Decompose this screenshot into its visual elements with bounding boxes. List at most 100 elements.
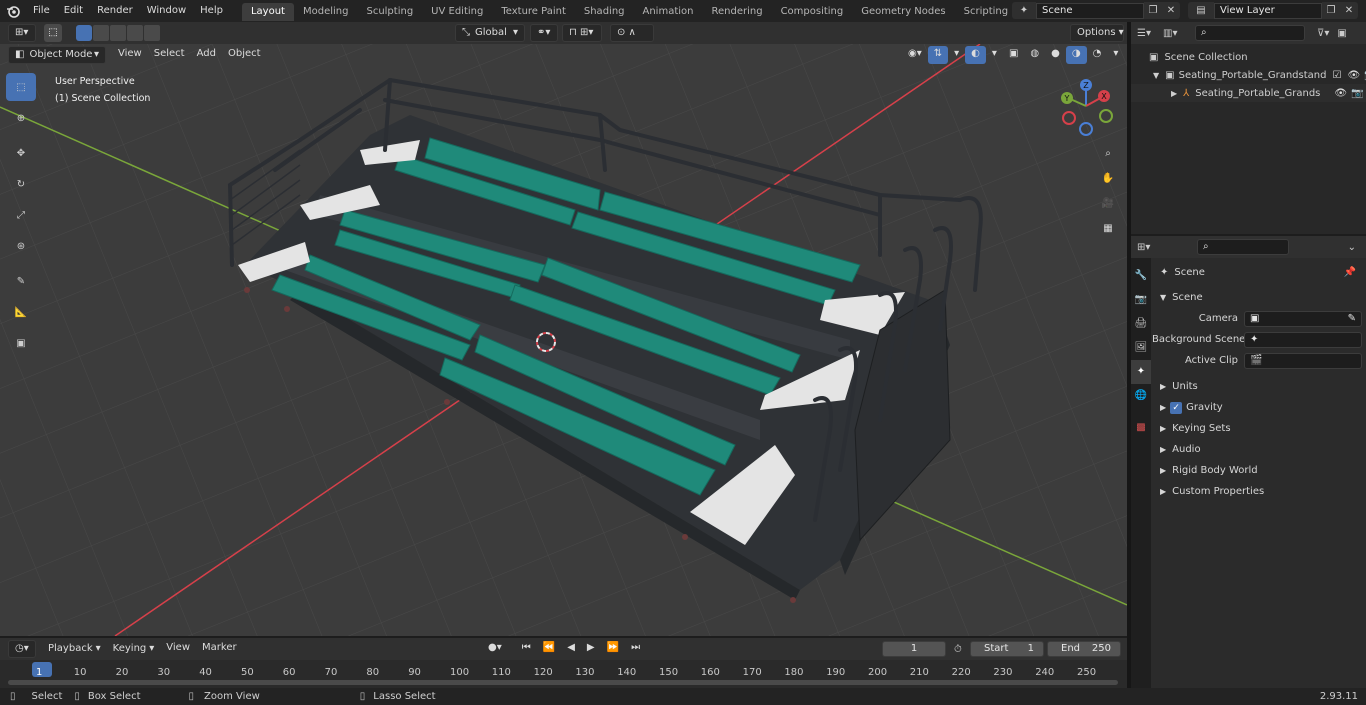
keying-sets-panel[interactable]: ▶ Keying Sets xyxy=(1152,418,1362,439)
timeline-editor-icon[interactable]: ◷▾ xyxy=(8,640,36,658)
select-intersect-icon[interactable] xyxy=(144,25,160,41)
record-icon[interactable]: ●▾ xyxy=(482,640,508,658)
view-layer-field[interactable]: View Layer xyxy=(1214,2,1322,19)
add-cube-tool-icon[interactable]: ▣ xyxy=(6,329,36,357)
scene-tab-icon[interactable]: ✦ xyxy=(1131,360,1151,384)
close-view-layer-icon[interactable]: ✕ xyxy=(1340,2,1358,19)
select-extend-icon[interactable] xyxy=(93,25,109,41)
scene-panel-header[interactable]: ▼ Scene xyxy=(1152,287,1362,308)
menu-help[interactable]: Help xyxy=(193,0,230,22)
gizmo-neg-z-icon[interactable] xyxy=(1079,122,1093,136)
tab-scripting[interactable]: Scripting xyxy=(955,3,1017,21)
timeline-scrollbar[interactable] xyxy=(8,680,1118,685)
pin-icon[interactable]: 📌 xyxy=(1344,267,1356,278)
tab-texture-paint[interactable]: Texture Paint xyxy=(492,3,575,21)
gizmo-neg-y-icon[interactable] xyxy=(1099,109,1113,123)
measure-tool-icon[interactable]: 📐 xyxy=(6,298,36,326)
rendered-shading-icon[interactable]: ◔ xyxy=(1087,46,1108,64)
tab-compositing[interactable]: Compositing xyxy=(772,3,853,21)
render-tab-icon[interactable]: 📷 xyxy=(1131,288,1151,312)
play-icon[interactable]: ▶ xyxy=(581,640,601,658)
start-frame-field[interactable]: Start 1 xyxy=(970,641,1044,657)
proportional-edit-toggle[interactable]: ⊙ ∧ xyxy=(610,24,654,42)
display-mode-icon[interactable]: ▥▾ xyxy=(1163,28,1189,39)
playback-menu[interactable]: Playback ▾ xyxy=(42,640,107,658)
output-tab-icon[interactable]: 🖨 xyxy=(1131,312,1151,336)
tab-animation[interactable]: Animation xyxy=(634,3,703,21)
gizmo-dropdown-icon[interactable]: ▾ xyxy=(948,46,965,64)
select-mode-group[interactable] xyxy=(76,25,160,41)
menu-select[interactable]: Select xyxy=(148,46,191,64)
menu-render[interactable]: Render xyxy=(90,0,140,22)
checkbox-icon[interactable]: ☑ xyxy=(1332,70,1341,81)
tab-sculpting[interactable]: Sculpting xyxy=(357,3,422,21)
next-keyframe-icon[interactable]: ⏩ xyxy=(601,640,625,658)
select-subtract-icon[interactable] xyxy=(110,25,126,41)
wireframe-shading-icon[interactable]: ◍ xyxy=(1024,46,1045,64)
overlays-toggle-icon[interactable]: ◐ xyxy=(965,46,986,64)
tab-modeling[interactable]: Modeling xyxy=(294,3,358,21)
current-frame-field[interactable]: 1 xyxy=(882,641,946,657)
navigation-gizmo[interactable]: Z X Y xyxy=(1056,76,1116,138)
keying-menu[interactable]: Keying ▾ xyxy=(107,640,161,658)
menu-add[interactable]: Add xyxy=(191,46,222,64)
marker-menu[interactable]: Marker xyxy=(196,640,243,658)
editor-type-button[interactable]: ⊞▾ xyxy=(8,24,36,42)
rotate-tool-icon[interactable]: ↻ xyxy=(6,170,36,198)
solid-shading-icon[interactable]: ● xyxy=(1045,46,1066,64)
eyedropper-icon[interactable]: ✎ xyxy=(1348,312,1356,326)
select-tool-icon[interactable]: ⬚ xyxy=(44,24,62,42)
annotate-tool-icon[interactable]: ✎ xyxy=(6,267,36,295)
zoom-icon[interactable]: ⌕ xyxy=(1098,144,1118,164)
view-layer-tab-icon[interactable]: 🖼 xyxy=(1131,336,1151,360)
camera-view-icon[interactable]: 🎥 xyxy=(1098,194,1118,214)
gizmo-toggle-icon[interactable]: ⇅ xyxy=(927,46,949,64)
stopwatch-icon[interactable]: ⏱ xyxy=(954,644,962,655)
jump-start-icon[interactable]: ⏮ xyxy=(516,640,537,658)
menu-object[interactable]: Object xyxy=(222,46,267,64)
xray-toggle-icon[interactable]: ▣ xyxy=(1003,46,1024,64)
scene-name-field[interactable]: Scene xyxy=(1036,2,1144,19)
outliner-editor-icon[interactable]: ☰▾ xyxy=(1137,28,1163,39)
grid-view-icon[interactable]: ▦ xyxy=(1098,219,1118,239)
pivot-point-dropdown[interactable]: ⚭▾ xyxy=(530,24,558,42)
gizmo-neg-x-icon[interactable] xyxy=(1062,111,1076,125)
world-tab-icon[interactable]: 🌐 xyxy=(1131,384,1151,408)
chevron-down-icon[interactable]: ⌄ xyxy=(1348,242,1356,253)
move-tool-icon[interactable]: ✥ xyxy=(6,139,36,167)
transform-tool-icon[interactable]: ⊛ xyxy=(6,232,36,260)
tab-uv-editing[interactable]: UV Editing xyxy=(422,3,492,21)
camera-field[interactable]: ▣ ✎ xyxy=(1244,310,1362,327)
rigid-body-world-panel[interactable]: ▶ Rigid Body World xyxy=(1152,460,1362,481)
view-layer-selector[interactable]: ▤ View Layer ❐ ✕ xyxy=(1188,2,1358,19)
play-reverse-icon[interactable]: ◀ xyxy=(561,640,581,658)
expand-arrow-icon[interactable]: ▼ xyxy=(1153,71,1159,80)
close-scene-icon[interactable]: ✕ xyxy=(1162,2,1180,19)
outliner-search-input[interactable]: ⌕ xyxy=(1195,25,1305,41)
material-shading-icon[interactable]: ◑ xyxy=(1065,46,1087,64)
3d-viewport[interactable] xyxy=(0,44,1127,636)
filter-icon[interactable]: ⊽▾ xyxy=(1317,28,1329,39)
select-new-icon[interactable] xyxy=(76,25,92,41)
prev-keyframe-icon[interactable]: ⏪ xyxy=(537,640,561,658)
new-collection-icon[interactable]: ▣ xyxy=(1337,28,1346,39)
custom-properties-panel[interactable]: ▶ Custom Properties xyxy=(1152,481,1362,502)
end-frame-field[interactable]: End 250 xyxy=(1047,641,1121,657)
cursor-tool-icon[interactable]: ⊕ xyxy=(6,104,36,132)
transform-orientation-dropdown[interactable]: ⤡ Global ▾ xyxy=(455,24,525,42)
menu-view[interactable]: View xyxy=(112,46,148,64)
copy-view-layer-icon[interactable]: ❐ xyxy=(1322,2,1340,19)
mode-dropdown[interactable]: ◧ Object Mode ▾ xyxy=(8,46,106,64)
outliner-row-grandstand[interactable]: ▼ ▣ Seating_Portable_Grandstand ☑ 👁 📷 xyxy=(1131,66,1366,84)
background-scene-field[interactable]: ✦ xyxy=(1244,331,1362,348)
shading-dropdown-icon[interactable]: ▾ xyxy=(1107,46,1124,64)
properties-editor-icon[interactable]: ⊞▾ xyxy=(1137,242,1167,253)
units-panel[interactable]: ▶ Units xyxy=(1152,376,1362,397)
gravity-panel[interactable]: ▶ ✓ Gravity xyxy=(1152,397,1362,418)
camera-icon[interactable]: 📷 xyxy=(1351,88,1363,99)
tab-rendering[interactable]: Rendering xyxy=(702,3,771,21)
select-difference-icon[interactable] xyxy=(127,25,143,41)
eye-icon[interactable]: 👁 xyxy=(1347,70,1360,81)
texture-tab-icon[interactable]: ▩ xyxy=(1131,416,1151,440)
scale-tool-icon[interactable]: ⤢ xyxy=(6,201,36,229)
